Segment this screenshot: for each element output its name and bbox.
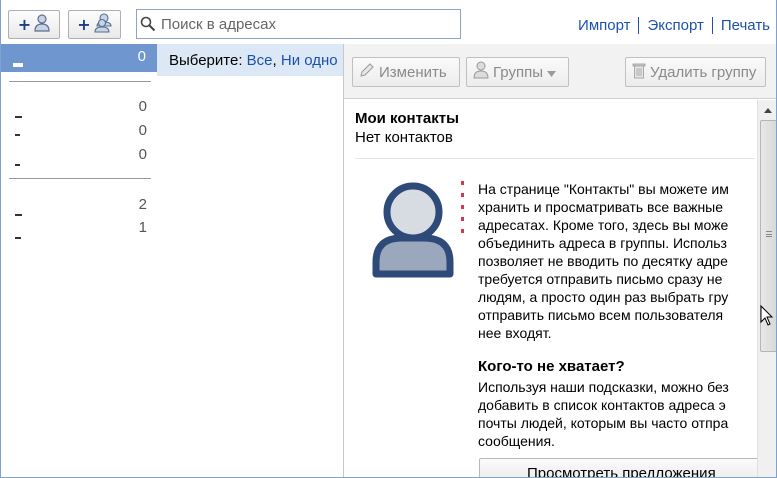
link-divider <box>711 17 713 34</box>
intro-paragraph: На странице "Контакты" вы можете им хран… <box>478 181 729 341</box>
sidebar-item-count: 2 <box>138 196 147 213</box>
sidebar-item[interactable]: 0 <box>1 120 157 142</box>
add-contact-button[interactable]: + <box>8 10 60 39</box>
sidebar-item-count: 0 <box>138 146 147 163</box>
groups-dropdown[interactable]: Группы <box>466 57 569 87</box>
chevron-down-icon <box>546 64 556 81</box>
sidebar-item[interactable]: 2 <box>1 194 157 216</box>
sidebar-item[interactable]: 0 <box>1 144 157 166</box>
contacts-window: + + Импорт Экспорт Печать <box>0 0 777 478</box>
delete-group-button[interactable]: Удалить группу <box>625 57 766 87</box>
group-icon <box>94 13 112 36</box>
panel-content: Мои контакты Нет контактов На странице "… <box>344 100 757 477</box>
sidebar-item-my-contacts[interactable]: 0 <box>1 44 157 72</box>
suggestions-paragraph: Используя наши подсказки, можно без доба… <box>478 379 729 449</box>
divider <box>355 158 755 159</box>
scroll-up-icon[interactable] <box>758 101 776 119</box>
grip-icon <box>766 231 772 237</box>
import-link[interactable]: Импорт <box>578 17 630 34</box>
select-bar: Выберите: Все, Ни одно <box>157 44 347 76</box>
panel-toolbar: Изменить Группы Удалить группу <box>344 44 776 99</box>
truncated-label <box>15 214 22 216</box>
mouse-cursor-icon <box>760 304 774 330</box>
view-suggestions-button[interactable]: Просмотреть предложения <box>479 458 757 477</box>
decorative-strip <box>461 177 464 237</box>
vertical-scrollbar[interactable] <box>757 100 776 477</box>
contact-panel: Изменить Группы Удалить группу Мои конта… <box>343 44 776 477</box>
select-none-link[interactable]: Ни одно <box>281 52 338 69</box>
page-title: Мои контакты <box>355 110 459 127</box>
groups-dropdown-label: Группы <box>493 63 543 81</box>
truncated-label <box>13 63 23 67</box>
plus-icon: + <box>77 14 91 34</box>
export-link[interactable]: Экспорт <box>647 17 703 34</box>
sidebar-item-count: 0 <box>138 98 147 115</box>
truncated-label <box>15 134 20 136</box>
add-group-button[interactable]: + <box>68 10 121 39</box>
sidebar-divider <box>9 178 151 179</box>
delete-group-label: Удалить группу <box>650 63 757 81</box>
truncated-label <box>15 116 22 118</box>
truncated-label <box>15 237 21 239</box>
print-link[interactable]: Печать <box>721 17 770 34</box>
sidebar-item[interactable]: 0 <box>1 96 157 118</box>
pencil-icon <box>359 62 375 82</box>
plus-icon: + <box>17 14 32 34</box>
person-icon <box>34 14 50 35</box>
sidebar-item[interactable]: 1 <box>1 217 157 239</box>
contact-count-text: Нет контактов <box>355 129 453 146</box>
edit-button[interactable]: Изменить <box>352 57 460 87</box>
top-links: Импорт Экспорт Печать <box>578 17 770 34</box>
select-label: Выберите: <box>169 52 243 69</box>
top-toolbar: + + Импорт Экспорт Печать <box>1 0 776 44</box>
group-icon <box>473 61 489 83</box>
avatar-placeholder-icon <box>372 180 454 281</box>
sidebar-divider <box>9 81 151 82</box>
link-divider <box>638 17 640 34</box>
select-all-link[interactable]: Все <box>247 52 273 69</box>
truncated-label <box>15 164 20 166</box>
sidebar: 0 0 0 0 2 1 <box>1 44 157 477</box>
search-input[interactable] <box>159 15 449 33</box>
sidebar-item-count: 0 <box>138 122 147 139</box>
edit-button-label: Изменить <box>379 63 447 81</box>
sidebar-item-count: 0 <box>137 48 146 65</box>
search-box[interactable] <box>136 9 461 39</box>
sidebar-item-count: 1 <box>138 219 147 236</box>
missing-heading: Кого-то не хватает? <box>478 358 625 375</box>
search-icon <box>137 16 159 32</box>
trash-icon <box>632 62 646 83</box>
